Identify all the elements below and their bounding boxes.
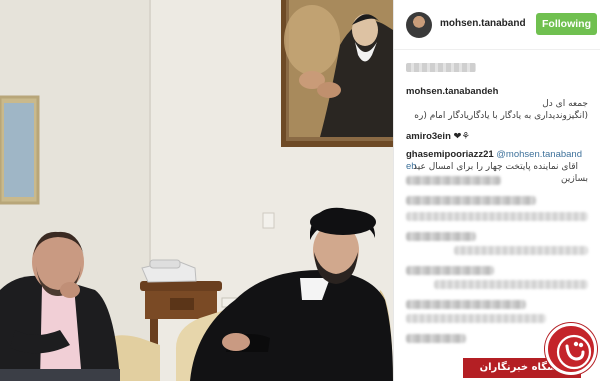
comment-username[interactable]: amiro3ein [406,131,451,142]
blurred-comment [406,212,588,221]
comment-username-row: amiro3ein ❤⚘ [406,131,470,142]
likes-count-blurred [406,63,476,72]
ybc-logo-icon [545,323,597,375]
comment-text: بسازین [561,174,588,184]
comment-text: (انگیزوندیداری به یادگار با یادگاریادگار… [414,111,588,121]
blurred-comment [454,246,588,255]
blurred-comment [406,314,546,323]
comment-text: جمعه ای دل [542,99,588,109]
blurred-comment [406,300,526,309]
blurred-comment [406,232,476,241]
comment-username[interactable]: ghasemipooriazz21 [406,149,494,160]
avatar[interactable] [406,12,432,38]
post-photo [0,0,393,381]
mention-link[interactable]: @mohsen.tanaband [496,149,582,160]
username-link[interactable]: mohsen.tanabandeh [440,18,526,29]
blurred-comment [434,280,588,289]
following-button[interactable]: Following [536,13,597,35]
blurred-comment [406,196,536,205]
post-header: mohsen.tanabandeh Following [394,0,600,50]
blurred-comment [406,334,466,343]
photo-scene [0,0,393,381]
comment-username[interactable]: mohsen.tanabandeh [406,86,498,97]
blurred-comment [406,266,494,275]
comment-username-row: ghasemipooriazz21 @mohsen.tanaband [406,149,582,160]
portrait-frame [281,0,393,147]
comment-text: اقای نماینده پایتخت چهار را برای امسال ع… [413,162,578,172]
blurred-comment [406,176,501,185]
heart-icon: ❤⚘ [453,131,471,142]
